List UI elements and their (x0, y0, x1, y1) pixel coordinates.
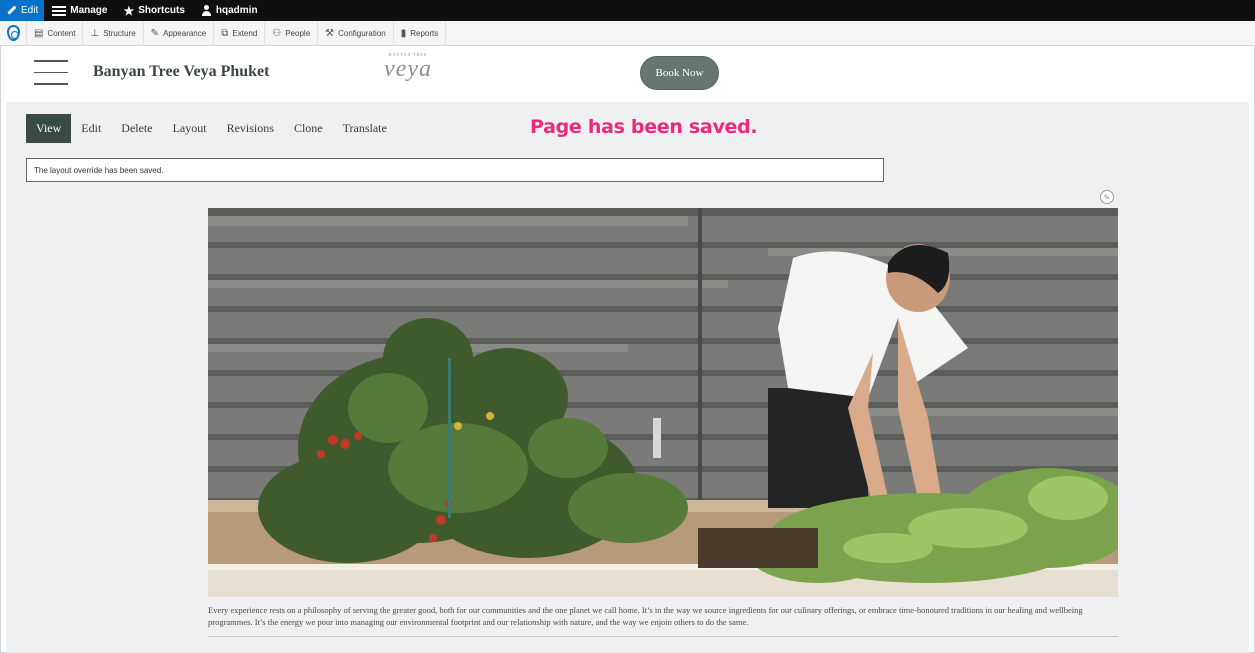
tray-item-label: Reports (410, 28, 439, 38)
tab-clone[interactable]: Clone (284, 114, 333, 143)
tray-item-label: Extend (232, 28, 258, 38)
status-message: The layout override has been saved. (26, 158, 884, 182)
structure-icon: ⊥ (90, 27, 100, 39)
toolbar-manage-button[interactable]: Manage (44, 0, 115, 21)
book-now-button[interactable]: Book Now (640, 56, 719, 90)
hamburger-line (34, 83, 68, 85)
tab-delete[interactable]: Delete (111, 114, 162, 143)
reports-icon: ▮ (400, 27, 407, 39)
toolbar-edit-button[interactable]: Edit (0, 0, 45, 21)
admin-toolbar: Edit Manage ★ Shortcuts hqadmin (0, 0, 1255, 21)
extend-icon: ⧉ (221, 27, 229, 39)
toolbar-shortcuts-button[interactable]: ★ Shortcuts (115, 0, 192, 21)
tray-item-label: Configuration (338, 28, 386, 38)
tab-translate[interactable]: Translate (333, 114, 397, 143)
toolbar-shortcuts-label: Shortcuts (138, 5, 185, 16)
content-area: View Edit Delete Layout Revisions Clone … (6, 102, 1249, 653)
admin-tray: ▤ Content ⊥ Structure ✎ Appearance ⧉ Ext… (0, 20, 1255, 46)
tab-layout[interactable]: Layout (163, 114, 217, 143)
toolbar-manage-label: Manage (70, 5, 108, 16)
hero-garden-illustration (208, 208, 1118, 597)
toolbar-user-button[interactable]: hqadmin (193, 0, 266, 21)
tray-item-label: Structure (103, 28, 136, 38)
content-icon: ▤ (34, 27, 44, 39)
tab-edit[interactable]: Edit (71, 114, 111, 143)
toolbar-user-label: hqadmin (215, 5, 258, 16)
tab-revisions[interactable]: Revisions (217, 114, 284, 143)
menu-icon (52, 5, 67, 16)
local-tasks-tabs: View Edit Delete Layout Revisions Clone … (26, 114, 397, 143)
pencil-icon (4, 3, 20, 19)
page-saved-annotation: Page has been saved. (530, 116, 758, 138)
configuration-icon: ⚒ (325, 27, 335, 39)
tray-item-structure[interactable]: ⊥ Structure (82, 20, 142, 46)
tray-item-content[interactable]: ▤ Content (26, 20, 82, 46)
tray-item-label: Appearance (163, 28, 207, 38)
drupal-drop-icon (6, 25, 20, 41)
site-header: Banyan Tree Veya Phuket BANYAN TREE veya… (6, 47, 1249, 102)
tab-view[interactable]: View (26, 114, 72, 143)
drupal-logo-button[interactable] (0, 21, 26, 46)
star-icon: ★ (123, 3, 135, 18)
tray-item-extend[interactable]: ⧉ Extend (213, 20, 264, 46)
tray-item-label: People (285, 28, 311, 38)
hero-image (208, 208, 1118, 597)
toolbar-edit-label: Edit (21, 5, 39, 16)
tray-item-reports[interactable]: ▮ Reports (392, 20, 447, 46)
logo-wordmark: veya (384, 56, 432, 82)
hamburger-line (34, 71, 68, 73)
appearance-icon: ✎ (150, 27, 160, 39)
tray-item-configuration[interactable]: ⚒ Configuration (317, 20, 393, 46)
hamburger-line (34, 60, 68, 62)
site-name[interactable]: Banyan Tree Veya Phuket (93, 63, 269, 81)
people-icon: ⚇ (272, 27, 282, 39)
tray-item-people[interactable]: ⚇ People (264, 20, 317, 46)
hero-caption: Every experience rests on a philosophy o… (208, 604, 1118, 637)
contextual-edit-pencil-icon[interactable]: ✎ (1100, 190, 1114, 204)
hamburger-menu-button[interactable] (34, 60, 68, 86)
tray-item-label: Content (47, 28, 76, 38)
veya-logo[interactable]: BANYAN TREE veya (368, 52, 448, 81)
tray-item-appearance[interactable]: ✎ Appearance (142, 20, 214, 46)
user-icon (201, 5, 212, 16)
